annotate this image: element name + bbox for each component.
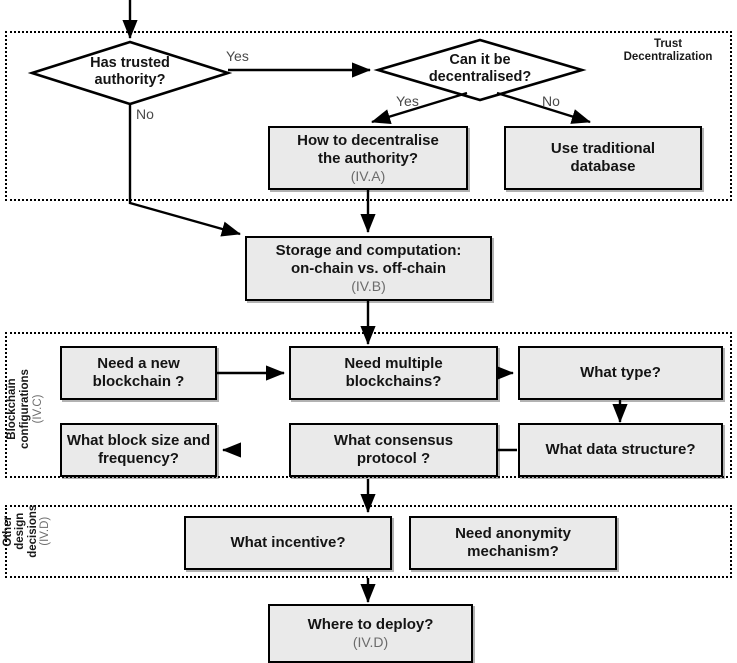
group-label-other-design-decisions: Other design decisions (IV.D) [0,490,51,572]
node-use-traditional-database[interactable]: Use traditional database [504,126,702,190]
group-label-trust-decentralization: Trust Decentralization [623,38,713,63]
node-title: How to decentralise the authority? [297,131,439,167]
node-title: What block size and frequency? [66,432,211,467]
node-what-data-structure[interactable]: What data structure? [518,423,723,477]
group-label-other-design-decisions-text: Other design decisions [1,504,39,558]
node-title: Need a new blockchain ? [92,355,185,390]
node-where-to-deploy[interactable]: Where to deploy? (IV.D) [268,604,473,663]
group-label-blockchain-configurations: Blockchain configurations (IV.C) [0,354,45,464]
node-storage-and-computation[interactable]: Storage and computation: on-chain vs. of… [245,236,492,301]
node-what-block-size-and-frequency[interactable]: What block size and frequency? [60,423,217,477]
node-title: What type? [580,364,661,381]
node-need-a-new-blockchain[interactable]: Need a new blockchain ? [60,346,217,400]
group-label-blockchain-configurations-text: Blockchain configurations [6,369,31,449]
flowchart-canvas: Trust Decentralization Blockchain config… [0,0,737,663]
edge-label-yes-decentralised: Yes [396,93,419,109]
group-label-other-design-decisions-section: (IV.D) [38,516,51,546]
edge-label-no-trusted-authority: No [136,106,154,122]
node-title: Need anonymity mechanism? [455,525,571,560]
node-what-consensus-protocol[interactable]: What consensus protocol ? [289,423,498,477]
node-title: Where to deploy? [307,616,434,633]
node-how-to-decentralise-the-authority[interactable]: How to decentralise the authority? (IV.A… [268,126,468,190]
group-label-blockchain-configurations-section: (IV.C) [32,394,44,424]
node-title: Storage and computation: on-chain vs. of… [275,242,462,277]
node-section: (IV.B) [351,278,386,294]
edge-label-no-decentralised: No [542,93,560,109]
node-title: What consensus protocol ? [333,432,454,467]
node-section: (IV.D) [352,634,389,650]
node-title: Use traditional database [550,140,656,175]
node-title: Need multiple blockchains? [344,355,443,390]
node-section: (IV.A) [350,167,386,184]
node-what-incentive[interactable]: What incentive? [184,516,392,570]
node-title: What incentive? [230,534,346,551]
node-need-multiple-blockchains[interactable]: Need multiple blockchains? [289,346,498,400]
node-need-anonymity-mechanism[interactable]: Need anonymity mechanism? [409,516,617,570]
node-title: What data structure? [545,441,696,458]
edge-label-yes-trusted-authority: Yes [226,48,249,64]
node-what-type[interactable]: What type? [518,346,723,400]
